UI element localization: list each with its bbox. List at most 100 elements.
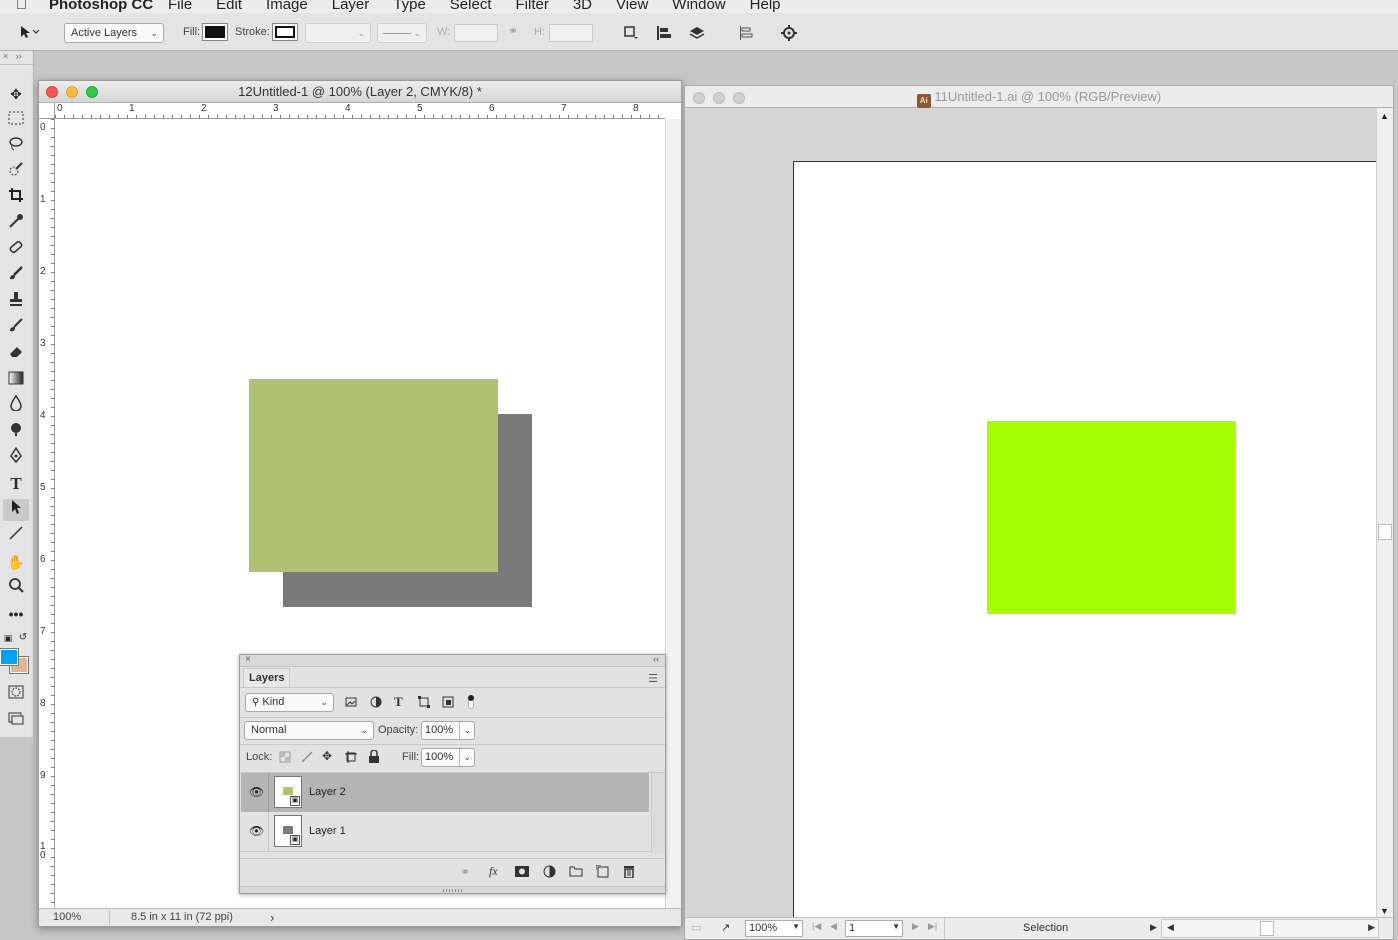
filter-pixel-layers-icon[interactable]	[345, 696, 357, 711]
filter-shape-layers-icon[interactable]	[418, 696, 430, 711]
menu-window[interactable]: Window	[672, 0, 725, 13]
prev-artboard-icon[interactable]: ◀	[830, 921, 837, 932]
apple-icon[interactable]: 	[16, 0, 27, 13]
quick-mask-icon[interactable]	[3, 683, 29, 705]
ruler-origin[interactable]	[39, 103, 55, 119]
eyedropper-tool-icon[interactable]	[3, 213, 29, 235]
pen-tool-icon[interactable]	[3, 446, 29, 469]
fill-swatch[interactable]	[202, 23, 228, 41]
history-brush-tool-icon[interactable]	[3, 317, 29, 339]
more-tools-icon[interactable]: •••	[3, 603, 29, 625]
filter-kind-dropdown[interactable]: ⚲ Kind ⌄	[245, 693, 334, 712]
scroll-right-arrow-icon[interactable]: ▶	[1368, 922, 1375, 933]
screen-mode-icon[interactable]	[3, 709, 29, 731]
layer-row-layer-2[interactable]: 👁 ▣ Layer 2	[241, 773, 649, 812]
ai-hscroll-thumb[interactable]	[1260, 921, 1274, 936]
horizontal-ruler[interactable]: 0 1 2 3 4 5 6 7 8	[55, 103, 665, 119]
hand-tool-icon[interactable]: ✋	[3, 551, 29, 573]
clone-stamp-tool-icon[interactable]	[3, 291, 29, 313]
share-icon[interactable]: ↗	[721, 921, 730, 934]
menu-file[interactable]: File	[168, 0, 192, 13]
align-edges-icon[interactable]	[737, 24, 755, 45]
last-artboard-icon[interactable]: ▶|	[928, 921, 937, 932]
width-field[interactable]	[454, 24, 498, 42]
new-layer-icon[interactable]	[595, 864, 609, 881]
opacity-field[interactable]: 100% ⌄	[421, 721, 475, 740]
lock-image-pixels-icon[interactable]	[301, 751, 313, 766]
artboard-nav-icon[interactable]: ▭	[691, 921, 701, 934]
tools-panel-header[interactable]: × ››	[0, 51, 33, 65]
gear-icon[interactable]	[779, 23, 799, 46]
blur-tool-icon[interactable]	[3, 394, 29, 417]
filter-toggle-switch[interactable]	[468, 695, 474, 709]
stroke-type-dropdown[interactable]: ⌄	[377, 23, 427, 43]
collapse-panel-button[interactable]: ‹‹	[653, 654, 659, 664]
gradient-tool-icon[interactable]	[3, 369, 29, 391]
app-name-menu[interactable]: Photoshop CC	[49, 0, 153, 13]
link-layers-icon[interactable]: ⚭	[460, 865, 470, 879]
filter-type-layers-icon[interactable]: T	[394, 694, 403, 710]
add-mask-icon[interactable]	[515, 866, 529, 880]
path-operations-icon[interactable]	[623, 24, 639, 43]
scroll-up-arrow-icon[interactable]: ▲	[1380, 111, 1389, 121]
fill-opacity-field[interactable]: 100% ⌄	[421, 748, 475, 767]
adjustment-layer-icon[interactable]	[543, 865, 556, 881]
type-tool-icon[interactable]: T	[3, 473, 29, 495]
green-rectangle-layer-2[interactable]	[249, 379, 498, 572]
height-field[interactable]	[549, 24, 593, 42]
crop-tool-icon[interactable]	[3, 187, 29, 209]
brush-tool-icon[interactable]	[3, 265, 29, 287]
ps-status-menu-arrow[interactable]: ›	[270, 910, 274, 925]
layer-name[interactable]: Layer 2	[309, 786, 346, 798]
ai-scroll-thumb[interactable]	[1378, 524, 1392, 540]
lock-position-icon[interactable]: ✥	[322, 749, 332, 763]
default-colors-icon[interactable]: ▣	[1, 627, 15, 649]
link-icon[interactable]: ⚭	[508, 24, 518, 38]
path-selection-tool-preset-icon[interactable]	[18, 24, 40, 43]
menu-filter[interactable]: Filter	[516, 0, 549, 13]
lime-rectangle[interactable]	[987, 421, 1236, 614]
ai-vertical-scrollbar[interactable]: ▲ ▼	[1376, 108, 1393, 919]
layer-row-layer-1[interactable]: 👁 ▣ Layer 1	[241, 812, 649, 851]
close-panel-button[interactable]: ×	[245, 654, 251, 665]
visibility-eye-icon[interactable]: 👁	[249, 785, 264, 799]
filter-smart-objects-icon[interactable]	[442, 696, 454, 711]
ai-title-bar[interactable]: Ai 11Untitled-1.ai @ 100% (RGB/Preview)	[685, 86, 1393, 108]
lock-transparent-pixels-icon[interactable]	[279, 751, 291, 766]
blend-mode-dropdown[interactable]: Normal ⌄	[244, 721, 374, 740]
layer-name[interactable]: Layer 1	[309, 825, 346, 837]
panel-resize-grip[interactable]	[240, 886, 665, 893]
filter-adjustment-layers-icon[interactable]	[370, 696, 382, 711]
menu-view[interactable]: View	[616, 0, 648, 13]
next-artboard-icon[interactable]: ▶	[912, 921, 919, 932]
stroke-swatch[interactable]	[272, 23, 298, 41]
path-arrangement-icon[interactable]	[688, 24, 706, 45]
artboard-number-dropdown[interactable]: 1 ▼	[845, 920, 903, 937]
line-tool-icon[interactable]	[3, 525, 29, 547]
visibility-eye-icon[interactable]: 👁	[249, 824, 264, 838]
stroke-width-field[interactable]: ⌄	[305, 23, 371, 43]
fx-icon[interactable]: fx	[489, 864, 498, 879]
delete-layer-trash-icon[interactable]	[623, 864, 635, 881]
ai-status-mode[interactable]: Selection	[1023, 922, 1068, 934]
status-menu-arrow-icon[interactable]: ▶	[1150, 922, 1157, 933]
layers-scrollbar[interactable]	[651, 773, 665, 853]
lock-artboard-icon[interactable]	[345, 751, 357, 766]
swap-colors-icon[interactable]: ↺	[16, 627, 30, 649]
menu-select[interactable]: Select	[450, 0, 492, 13]
healing-brush-tool-icon[interactable]	[3, 239, 29, 261]
menu-type[interactable]: Type	[393, 0, 426, 13]
scroll-down-arrow-icon[interactable]: ▼	[1380, 906, 1389, 916]
lasso-tool-icon[interactable]	[3, 135, 29, 157]
first-artboard-icon[interactable]: |◀	[812, 921, 821, 932]
zoom-tool-icon[interactable]	[3, 577, 29, 599]
menu-image[interactable]: Image	[266, 0, 308, 13]
menu-edit[interactable]: Edit	[216, 0, 242, 13]
panel-menu-icon[interactable]: ☰	[648, 672, 658, 685]
quick-selection-tool-icon[interactable]	[3, 161, 29, 183]
ps-vertical-scrollbar[interactable]	[665, 119, 681, 908]
ai-artboard[interactable]	[793, 161, 1378, 921]
ai-horizontal-scrollbar[interactable]: ◀ ▶	[1161, 919, 1379, 938]
ps-title-bar[interactable]: 12Untitled-1 @ 100% (Layer 2, CMYK/8) *	[39, 81, 681, 103]
path-alignment-icon[interactable]	[655, 24, 673, 45]
